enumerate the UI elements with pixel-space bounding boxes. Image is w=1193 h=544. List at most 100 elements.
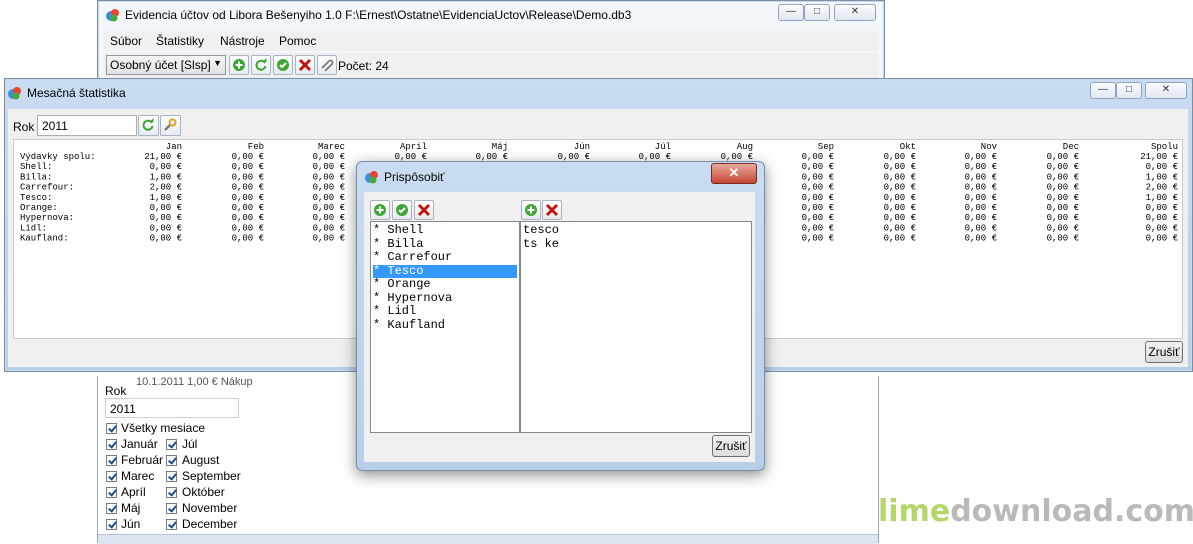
table-cell: 0,00 € — [313, 203, 345, 213]
table-cell: 0,00 € — [965, 223, 997, 233]
month-checkbox-februar[interactable] — [106, 455, 117, 466]
month-checkbox-august[interactable] — [166, 455, 177, 466]
wrench-icon — [164, 118, 177, 131]
list-item[interactable]: * Hypernova — [373, 291, 452, 305]
account-select[interactable]: Osobný účet [Slsp] ▼ — [106, 55, 226, 75]
list-item-selected[interactable]: * Tesco — [373, 264, 517, 278]
column-header: Spolu — [1151, 142, 1178, 152]
stat-window-title: Mesačná štatistika — [27, 86, 126, 100]
app-icon — [8, 87, 21, 100]
stat-year-field[interactable]: 2011 — [37, 115, 137, 136]
list-item[interactable]: * Orange — [373, 278, 431, 291]
dialog-delete-button[interactable] — [414, 200, 434, 220]
all-months-checkbox[interactable] — [106, 423, 117, 434]
table-cell: 1,00 € — [150, 193, 182, 203]
table-cell: 0,00 € — [965, 162, 997, 172]
dialog-alias-delete-button[interactable] — [542, 200, 562, 220]
month-checkbox-april[interactable] — [106, 487, 117, 498]
maximize-button[interactable]: □ — [1116, 82, 1142, 99]
table-cell: 0,00 € — [1047, 162, 1079, 172]
list-item[interactable]: tesco — [523, 224, 559, 237]
minimize-button[interactable]: — — [778, 4, 804, 21]
category-list[interactable]: * Shell * Billa * Carrefour * Tesco * Or… — [370, 221, 520, 433]
month-checkbox-jul[interactable] — [166, 439, 177, 450]
month-checkbox-november[interactable] — [166, 503, 177, 514]
row-label: Billa: — [20, 172, 52, 182]
row-label: Lidl: — [20, 223, 47, 233]
attach-button[interactable] — [317, 55, 337, 75]
dialog-alias-add-button[interactable] — [521, 200, 541, 220]
month-checkbox-december[interactable] — [166, 519, 177, 530]
table-cell: 0,00 € — [1047, 193, 1079, 203]
close-button[interactable]: ✕ — [1145, 82, 1187, 99]
minimize-button[interactable]: — — [1090, 82, 1116, 99]
close-button[interactable]: ✕ — [834, 4, 876, 21]
list-item[interactable]: * Kaufland — [373, 318, 445, 332]
menu-statistiky[interactable]: Štatistiky — [156, 34, 204, 48]
month-checkbox-oktober[interactable] — [166, 487, 177, 498]
table-cell: 0,00 € — [802, 193, 834, 203]
month-checkbox-jun[interactable] — [106, 519, 117, 530]
table-cell: 0,00 € — [802, 234, 834, 244]
month-checkbox-januar[interactable] — [106, 439, 117, 450]
alias-list[interactable]: tesco ts ke — [520, 221, 752, 433]
table-cell: 0,00 € — [232, 193, 264, 203]
stat-refresh-button[interactable] — [138, 115, 159, 136]
table-cell: 0,00 € — [884, 193, 916, 203]
month-checkbox-september[interactable] — [166, 471, 177, 482]
record-count: Počet: 24 — [338, 59, 389, 73]
month-label: Január — [121, 437, 158, 451]
table-cell: 0,00 € — [1146, 203, 1178, 213]
month-label: November — [182, 501, 238, 515]
delete-icon — [417, 203, 431, 217]
menu-subor[interactable]: Súbor — [110, 34, 142, 48]
column-header: April — [400, 142, 427, 152]
row-label: Výdavky spolu: — [20, 152, 96, 162]
dialog-confirm-button[interactable] — [392, 200, 412, 220]
list-item[interactable]: * Lidl — [373, 305, 416, 318]
table-cell: 0,00 € — [884, 223, 916, 233]
confirm-button[interactable] — [273, 55, 293, 75]
menu-pomoc[interactable]: Pomoc — [279, 34, 316, 48]
dialog-close-button[interactable]: ✕ — [711, 163, 757, 184]
delete-button[interactable] — [295, 55, 315, 75]
table-cell: 21,00 € — [144, 152, 182, 162]
watermark-download: download.com — [950, 494, 1193, 529]
filter-year-label: Rok — [105, 384, 127, 398]
row-label: Hypernova: — [20, 213, 74, 223]
stat-year-label: Rok — [13, 120, 35, 134]
table-cell: 0,00 € — [232, 172, 264, 182]
month-checkbox-marec[interactable] — [106, 471, 117, 482]
column-header: Sep — [818, 142, 834, 152]
table-cell: 0,00 € — [1047, 223, 1079, 233]
table-cell: 0,00 € — [1047, 183, 1079, 193]
refresh-button[interactable] — [251, 55, 271, 75]
app-icon — [106, 9, 119, 22]
stat-settings-button[interactable] — [160, 115, 181, 136]
month-checkbox-maj[interactable] — [106, 503, 117, 514]
dialog-cancel-label: Zrušiť — [715, 439, 747, 453]
add-icon — [374, 204, 386, 216]
list-item[interactable]: * Shell — [373, 224, 423, 237]
dialog-cancel-button[interactable]: Zrušiť — [712, 435, 750, 457]
list-item[interactable]: * Carrefour — [373, 251, 452, 264]
dialog-add-button[interactable] — [370, 200, 390, 220]
menu-nastroje[interactable]: Nástroje — [220, 34, 265, 48]
column-header: Feb — [248, 142, 264, 152]
add-button[interactable] — [229, 55, 249, 75]
table-cell: 0,00 € — [965, 172, 997, 182]
table-cell: 0,00 € — [1146, 234, 1178, 244]
list-item[interactable]: * Billa — [373, 237, 423, 251]
maximize-button[interactable]: □ — [804, 4, 830, 21]
list-item[interactable]: ts ke — [523, 237, 559, 251]
month-label: Jún — [121, 517, 141, 531]
table-cell: 0,00 € — [313, 234, 345, 244]
month-label: Apríl — [121, 485, 146, 499]
table-cell: 0,00 € — [1146, 162, 1178, 172]
stat-cancel-button[interactable]: Zrušiť — [1145, 341, 1183, 363]
watermark-lime: lime — [878, 494, 951, 529]
table-cell: 0,00 € — [884, 183, 916, 193]
column-header: Máj — [492, 142, 508, 152]
table-cell: 0,00 € — [232, 234, 264, 244]
filter-year-field[interactable]: 2011 — [105, 398, 239, 418]
